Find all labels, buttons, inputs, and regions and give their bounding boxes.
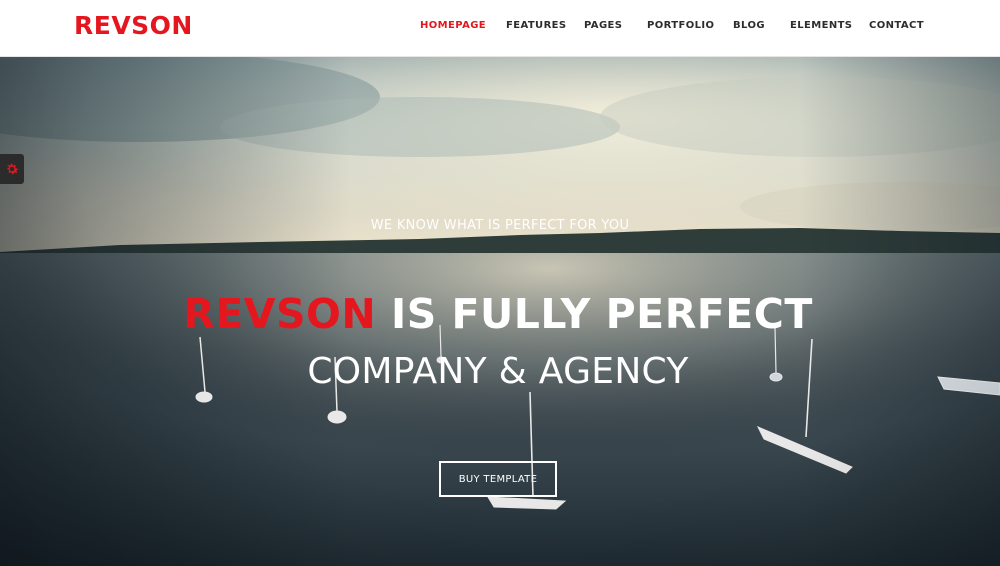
- nav-homepage[interactable]: HOMEPAGE: [420, 20, 486, 31]
- hero-headline-rest: IS FULLY PERFECT: [376, 290, 813, 338]
- gear-icon: [7, 163, 19, 175]
- nav-elements[interactable]: ELEMENTS: [790, 20, 852, 31]
- hero-headline-brand: REVSON: [183, 290, 377, 338]
- main-nav: HOMEPAGE FEATURES PAGES PORTFOLIO BLOG E…: [0, 20, 1000, 36]
- hero-headline: REVSON IS FULLY PERFECT: [0, 290, 996, 338]
- site-header: REVSON HOMEPAGE FEATURES PAGES PORTFOLIO…: [0, 0, 1000, 57]
- hero-tagline: WE KNOW WHAT IS PERFECT FOR YOU: [370, 218, 630, 233]
- nav-pages[interactable]: PAGES: [584, 20, 622, 31]
- buy-template-button[interactable]: BUY TEMPLATE: [439, 461, 557, 497]
- nav-blog[interactable]: BLOG: [733, 20, 765, 31]
- nav-portfolio[interactable]: PORTFOLIO: [647, 20, 714, 31]
- nav-features[interactable]: FEATURES: [506, 20, 567, 31]
- hero-subheadline: COMPANY & AGENCY: [307, 351, 689, 392]
- nav-contact[interactable]: CONTACT: [869, 20, 924, 31]
- settings-panel-toggle[interactable]: [0, 154, 24, 184]
- hero-section: WE KNOW WHAT IS PERFECT FOR YOU REVSON I…: [0, 57, 1000, 566]
